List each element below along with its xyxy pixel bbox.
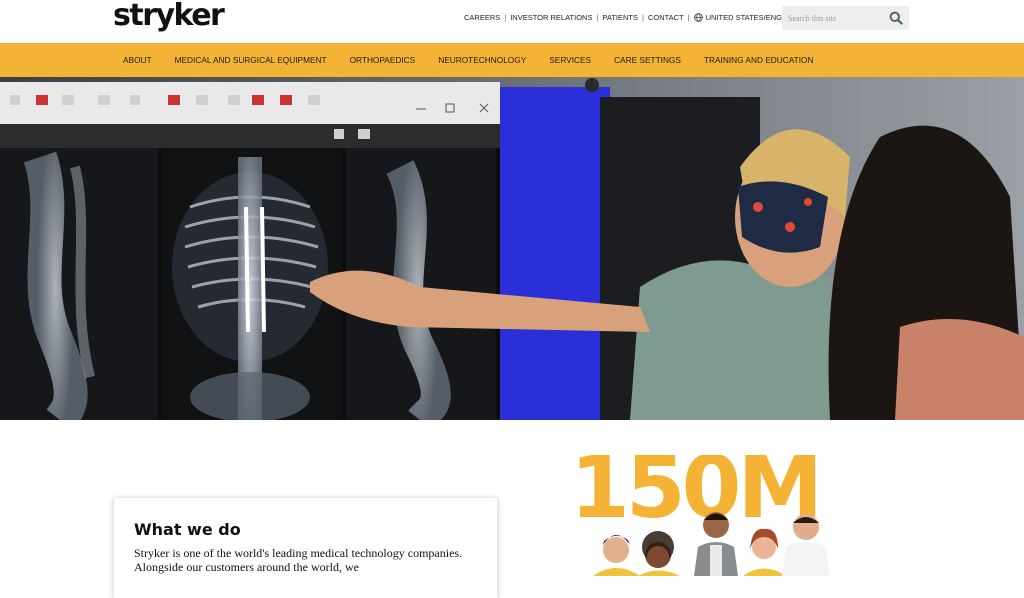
separator: | [687, 13, 690, 22]
utility-nav: CAREERS | INVESTOR RELATIONS | PATIENTS … [464, 13, 799, 22]
utility-link-contact[interactable]: CONTACT [648, 13, 684, 22]
search-input[interactable] [782, 6, 882, 30]
nav-item-services[interactable]: SERVICES [549, 55, 591, 65]
separator: | [504, 13, 507, 22]
hero-illustration [0, 77, 1024, 420]
stat-graphic: 150M [568, 455, 858, 576]
card-title: What we do [134, 520, 241, 539]
stryker-logo[interactable]: stryker [113, 0, 225, 33]
nav-item-about[interactable]: ABOUT [123, 55, 152, 65]
main-nav: ABOUT MEDICAL AND SURGICAL EQUIPMENT ORT… [0, 43, 1024, 77]
top-bar: stryker CAREERS | INVESTOR RELATIONS | P… [0, 0, 1024, 43]
separator: | [641, 13, 644, 22]
nav-item-orthopaedics[interactable]: ORTHOPAEDICS [350, 55, 416, 65]
card-body: Stryker is one of the world's leading me… [134, 546, 463, 574]
utility-link-investor-relations[interactable]: INVESTOR RELATIONS [510, 13, 592, 22]
people-photo [593, 512, 830, 576]
what-we-do-card: What we do Stryker is one of the world's… [114, 498, 497, 598]
globe-icon [693, 13, 703, 22]
nav-item-medical-surgical[interactable]: MEDICAL AND SURGICAL EQUIPMENT [175, 55, 327, 65]
nav-item-neurotechnology[interactable]: NEUROTECHNOLOGY [438, 55, 526, 65]
utility-link-careers[interactable]: CAREERS [464, 13, 500, 22]
search-icon[interactable] [889, 11, 903, 25]
nav-item-care-settings[interactable]: CARE SETTINGS [614, 55, 681, 65]
nav-item-training-education[interactable]: TRAINING AND EDUCATION [704, 55, 814, 65]
hero-image [0, 77, 1024, 420]
utility-link-patients[interactable]: PATIENTS [602, 13, 638, 22]
separator: | [596, 13, 599, 22]
